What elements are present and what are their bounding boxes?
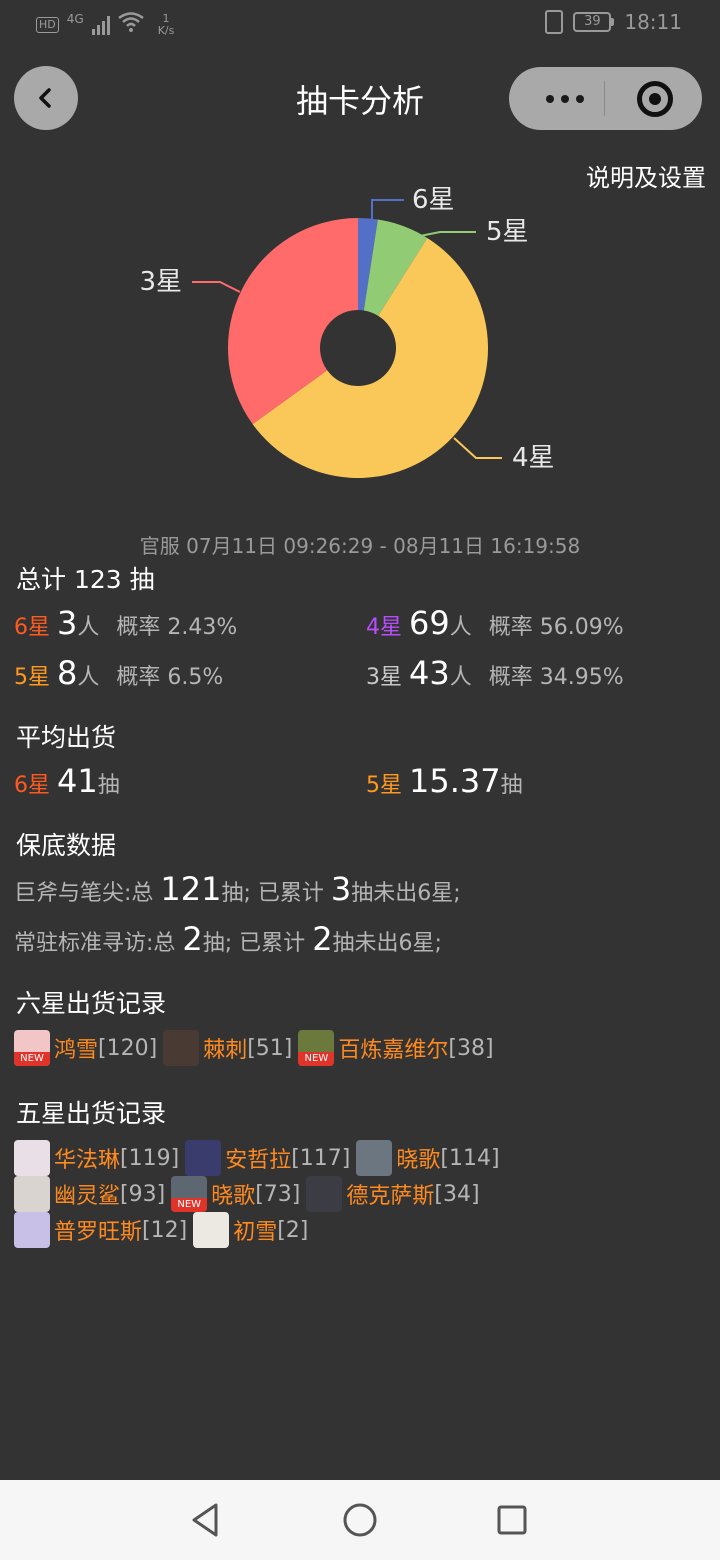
pity-row-limited: 巨斧与笔尖:总 121抽; 已累计 3抽未出6星; [14, 870, 461, 908]
operator-name: 晓歌 [396, 1148, 441, 1173]
average-6star: 6星 41抽 [14, 762, 120, 800]
slice-label: 5星 [486, 217, 529, 247]
operator-name: 鸿雪 [54, 1038, 99, 1063]
operator-avatar [356, 1140, 393, 1176]
operator-avatar [193, 1212, 230, 1248]
operator-avatar [306, 1176, 343, 1212]
stat-row-4star: 4星 69人 概率 56.09% [366, 604, 624, 642]
average-title: 平均出货 [16, 723, 117, 752]
pull-count: [119] [120, 1145, 180, 1171]
new-badge: NEW [171, 1198, 208, 1212]
operator-avatar [163, 1030, 200, 1066]
record-item: 棘刺 [51] [163, 1030, 292, 1066]
operator-name: 初雪 [233, 1220, 278, 1245]
pull-count: [120] [98, 1035, 158, 1061]
rarity-donut-chart: 6星 5星 4星 3星 [139, 185, 555, 479]
new-badge: NEW [298, 1052, 335, 1066]
square-recents-icon [497, 1505, 527, 1535]
pity-title: 保底数据 [16, 831, 117, 860]
operator-avatar: NEW [171, 1176, 208, 1212]
slice-leader-line [192, 281, 241, 293]
pull-count: [93] [120, 1181, 166, 1207]
pull-count: [38] [448, 1035, 494, 1061]
operator-avatar [14, 1212, 50, 1248]
operator-name: 普罗旺斯 [54, 1220, 143, 1245]
operator-avatar: NEW [298, 1030, 335, 1066]
operator-avatar: NEW [14, 1030, 50, 1066]
record-item: 普罗旺斯 [12] [14, 1212, 187, 1248]
slice-label: 6星 [412, 185, 455, 215]
pull-count: [51] [247, 1035, 293, 1061]
record-item: NEW 晓歌 [73] [171, 1176, 300, 1212]
triangle-back-icon [192, 1503, 218, 1537]
circle-home-icon [343, 1503, 377, 1537]
operator-name: 棘刺 [203, 1038, 248, 1063]
pull-count: [114] [440, 1145, 500, 1171]
miniapp-capsule [509, 67, 702, 130]
record-item: 安哲拉 [117] [185, 1140, 350, 1176]
record-item: 晓歌 [114] [356, 1140, 500, 1176]
stat-row-5star: 5星 8人 概率 6.5% [14, 654, 224, 692]
hd-icon: HD [36, 16, 59, 33]
pull-count: [2] [277, 1217, 309, 1243]
six-star-records-list: NEW 鸿雪 [120] 棘刺 [51] NEW 百炼嘉维尔 [38] [14, 1030, 614, 1066]
record-item: 初雪 [2] [193, 1212, 308, 1248]
pull-count: [12] [142, 1217, 188, 1243]
operator-name: 德克萨斯 [346, 1184, 435, 1209]
operator-avatar [14, 1140, 50, 1176]
slice-leader-line [453, 437, 502, 459]
average-5star: 5星 15.37抽 [366, 762, 523, 800]
record-item: 德克萨斯 [34] [306, 1176, 480, 1212]
new-badge: NEW [14, 1052, 50, 1066]
pull-count: [73] [255, 1181, 301, 1207]
operator-name: 晓歌 [211, 1184, 256, 1209]
nav-recents-button[interactable] [492, 1500, 532, 1540]
operator-avatar [14, 1176, 50, 1212]
system-nav-bar [0, 1480, 720, 1560]
record-item: 华法琳 [119] [14, 1140, 179, 1176]
stat-row-3star: 3星 43人 概率 34.95% [366, 654, 624, 692]
network-type: 4G [66, 11, 84, 26]
nav-back-button[interactable] [186, 1500, 226, 1540]
clock: 18:11 [624, 10, 682, 34]
status-bar: HD 4G 1 K/s 39 18:11 [0, 0, 720, 50]
pity-row-standard: 常驻标准寻访:总 2抽; 已累计 2抽未出6星; [14, 920, 442, 958]
record-item: NEW 百炼嘉维尔 [38] [298, 1030, 494, 1066]
total-pulls-title: 总计 123 抽 [16, 565, 155, 594]
battery-icon: 39 [573, 12, 615, 32]
wifi-icon [117, 12, 144, 37]
pull-count: [117] [291, 1145, 351, 1171]
record-item: NEW 鸿雪 [120] [14, 1030, 157, 1066]
nav-home-button[interactable] [340, 1500, 380, 1540]
operator-name: 安哲拉 [225, 1148, 292, 1173]
vibrate-icon [545, 10, 564, 34]
six-star-records-title: 六星出货记录 [16, 989, 167, 1018]
signal-icon [91, 15, 110, 35]
target-icon [649, 93, 661, 105]
close-miniapp-button[interactable] [637, 81, 673, 117]
stat-row-6star: 6星 3人 概率 2.43% [14, 604, 238, 642]
net-speed: 1 K/s [157, 11, 175, 37]
time-range: 官服 07月11日 09:26:29 - 08月11日 16:19:58 [139, 534, 581, 558]
five-star-records-list: 华法琳 [119] 安哲拉 [117] 晓歌 [114] 幽灵鲨 [93] NEW 晓歌 [73] 德… [14, 1140, 574, 1248]
pull-count: [34] [434, 1181, 480, 1207]
operator-name: 百炼嘉维尔 [338, 1038, 449, 1063]
operator-avatar [185, 1140, 222, 1176]
operator-name: 幽灵鲨 [54, 1184, 121, 1209]
more-button[interactable] [535, 67, 595, 130]
record-item: 幽灵鲨 [93] [14, 1176, 165, 1212]
slice-label: 3星 [139, 267, 182, 297]
operator-name: 华法琳 [54, 1148, 121, 1173]
five-star-records-title: 五星出货记录 [16, 1099, 167, 1128]
slice-label: 4星 [512, 443, 555, 473]
